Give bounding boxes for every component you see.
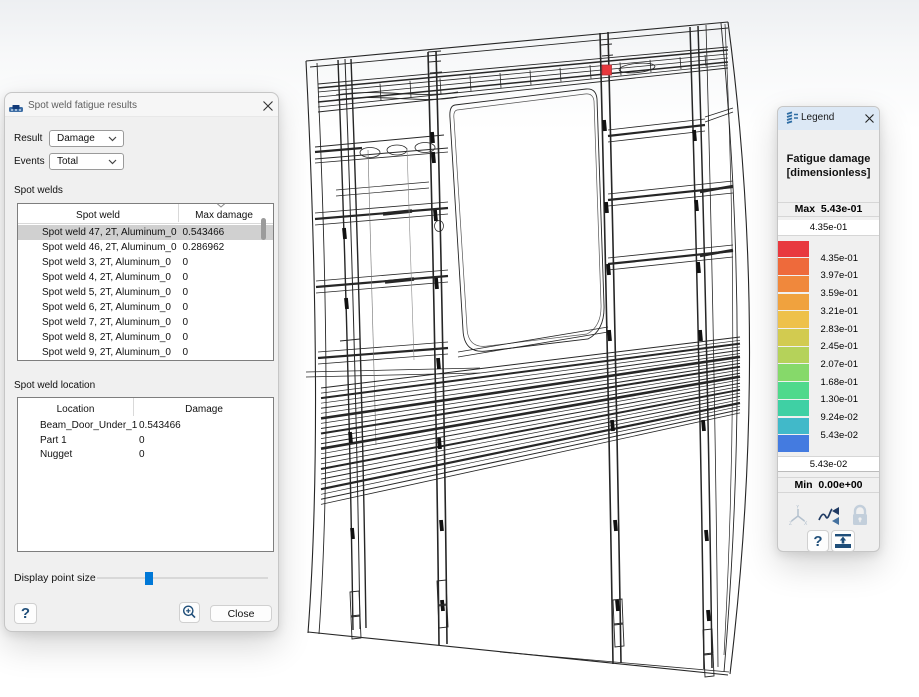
svg-text:X: X (804, 521, 808, 527)
svg-text:Z: Z (789, 521, 792, 527)
svg-text:Y: Y (796, 505, 800, 511)
